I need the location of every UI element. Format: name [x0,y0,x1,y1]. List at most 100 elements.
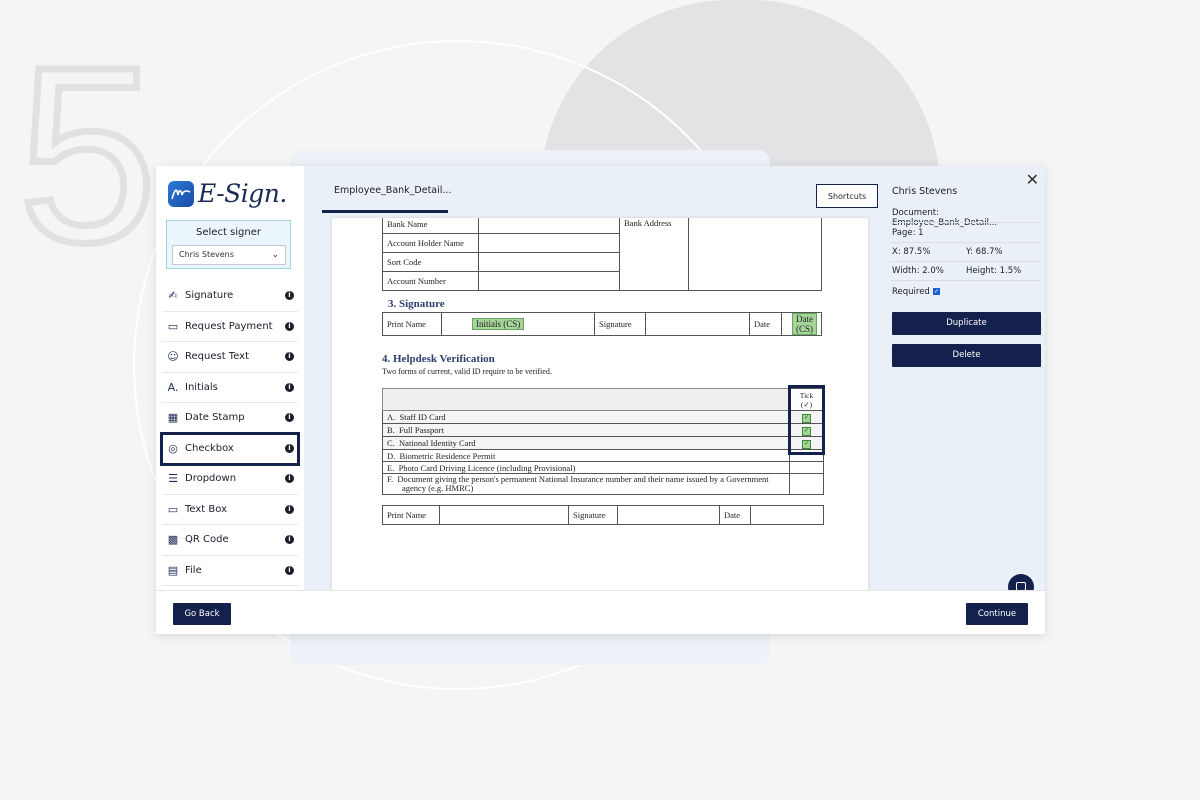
close-icon[interactable]: ✕ [1026,170,1039,189]
tick-cell[interactable] [789,473,824,495]
chevron-down-icon: ⌄ [271,250,279,260]
info-icon[interactable]: i [285,321,294,331]
tab-document[interactable]: Employee_Bank_Detail... [322,166,452,213]
tool-label: Request Payment [185,320,273,332]
tool-label: Request Text [185,351,250,363]
section-3-title: 3. Signature [388,298,445,310]
page-number: Page: 1 [892,228,924,238]
item-text: Staff ID Card [399,412,446,422]
signature-table: Print Name Initials (CS) Signature Date … [382,312,822,336]
go-back-button[interactable]: Go Back [173,603,231,625]
info-icon[interactable]: i [285,504,294,514]
item-text: Biometric Residence Permit [399,450,496,461]
info-icon[interactable]: i [285,535,294,544]
divider [890,242,1040,243]
bank-details-table: Bank Name Bank Address Account Holder Na… [382,218,822,291]
document-area: Employee_Bank_Detail... Shortcuts Bank N… [304,166,884,590]
item-text: Photo Card Driving Licence (including Pr… [398,462,576,473]
tool-request-text[interactable]: ☺ Request Text i [162,342,298,373]
info-icon[interactable]: i [285,443,294,453]
delete-button[interactable]: Delete [892,344,1041,367]
tool-checkbox[interactable]: ◎ Checkbox i [160,431,300,466]
x-position: X: 87.5% [892,247,931,257]
item-text: Full Passport [399,425,444,435]
cell-empty [478,233,620,253]
signature-icon: ✍ [168,289,178,303]
cell-sort-code: Sort Code [382,252,479,272]
cell-empty [617,505,720,525]
info-icon[interactable]: i [285,413,294,422]
verification-row: D. Biometric Residence Permit [382,449,790,462]
footer-bar: Go Back Continue [156,590,1045,634]
continue-button[interactable]: Continue [966,603,1028,625]
info-icon[interactable]: i [285,474,294,483]
field-height: Height: 1.5% [966,266,1022,276]
cell-signature-value [645,312,750,336]
card-icon: ▭ [167,319,179,333]
info-icon[interactable]: i [285,291,294,300]
tool-dropdown[interactable]: ☰ Dropdown i [162,464,298,495]
duplicate-button[interactable]: Duplicate [892,312,1041,335]
cell-signature-label: Signature [568,505,618,525]
cell-account-holder: Account Holder Name [382,233,479,253]
info-icon[interactable]: i [285,382,294,392]
item-text: Document giving the person's permanent N… [397,474,769,493]
field-width: Width: 2.0% [892,266,944,276]
selected-checkbox-highlight [788,385,825,455]
tool-file[interactable]: ▤ File i [162,556,298,586]
cell-print-name: Print Name [382,312,442,336]
helpdesk-signature-table: Print Name Signature Date [382,505,824,525]
verification-table: Tick (✓) A. Staff ID Card ✓ B. Full Passp… [382,388,824,495]
logo-text: E-Sign. [198,179,287,208]
item-letter: C. [387,438,395,448]
verification-row: A. Staff ID Card [382,410,790,424]
divider [890,222,1040,223]
verification-row: B. Full Passport [382,423,790,437]
qr-icon: ▩ [167,533,179,547]
tool-label: Checkbox [185,442,234,454]
tool-initials[interactable]: A. Initials i [162,373,298,403]
signer-label: Select signer [196,227,261,238]
required-label: Required [892,287,930,297]
document-name: Document: Employee_Bank_Detail... [892,208,998,228]
required-toggle[interactable]: Required ✓ [892,287,940,297]
cell-empty [478,271,620,291]
tool-qr-code[interactable]: ▩ QR Code i [162,525,298,556]
required-checkbox[interactable]: ✓ [932,288,940,295]
item-letter: D. [387,450,396,461]
initials-icon: A. [167,380,179,394]
signer-selected-value: Chris Stevens [179,250,234,259]
tool-label: Signature [185,290,234,302]
initials-field[interactable]: Initials (CS) [472,318,525,330]
tool-signature[interactable]: ✍ Signature i [162,281,298,312]
document-page: Bank Name Bank Address Account Holder Na… [332,218,868,590]
esign-window: E-Sign. Select signer Chris Stevens ⌄ ✍ … [156,166,1045,634]
section-4-subtitle: Two forms of current, valid ID require t… [382,367,552,376]
tool-date-stamp[interactable]: ▦ Date Stamp i [162,403,298,434]
dropdown-icon: ☰ [168,472,178,486]
info-icon[interactable]: i [285,352,294,361]
tool-list: ✍ Signature i ▭ Request Payment i ☺ Requ… [160,281,300,586]
date-field[interactable]: Date (CS) [792,313,817,335]
tick-cell[interactable] [789,461,824,474]
tool-label: Dropdown [185,473,237,485]
tab-label: Employee_Bank_Detail... [334,185,452,196]
tool-text-box[interactable]: ▭ Text Box i [162,495,298,525]
cell-account-number: Account Number [382,271,479,291]
signer-select[interactable]: Chris Stevens ⌄ [172,245,286,265]
cell-date-label: Date [749,312,782,336]
verification-row: E. Photo Card Driving Licence (including… [382,461,790,474]
cell-date: Date (CS) [781,312,822,336]
y-position: Y: 68.7% [966,247,1003,257]
calendar-icon: ▦ [167,411,179,425]
item-letter: F. [387,474,394,484]
shortcuts-button[interactable]: Shortcuts [816,184,878,208]
checkbox-icon: ◎ [168,441,178,455]
signer-panel: Select signer Chris Stevens ⌄ [166,220,291,269]
item-text: National Identity Card [399,438,476,448]
info-icon[interactable]: i [285,565,294,575]
item-letter: A. [387,412,396,422]
file-icon: ▤ [167,563,179,577]
verification-row: C. National Identity Card [382,436,790,450]
tool-request-payment[interactable]: ▭ Request Payment i [162,312,298,342]
